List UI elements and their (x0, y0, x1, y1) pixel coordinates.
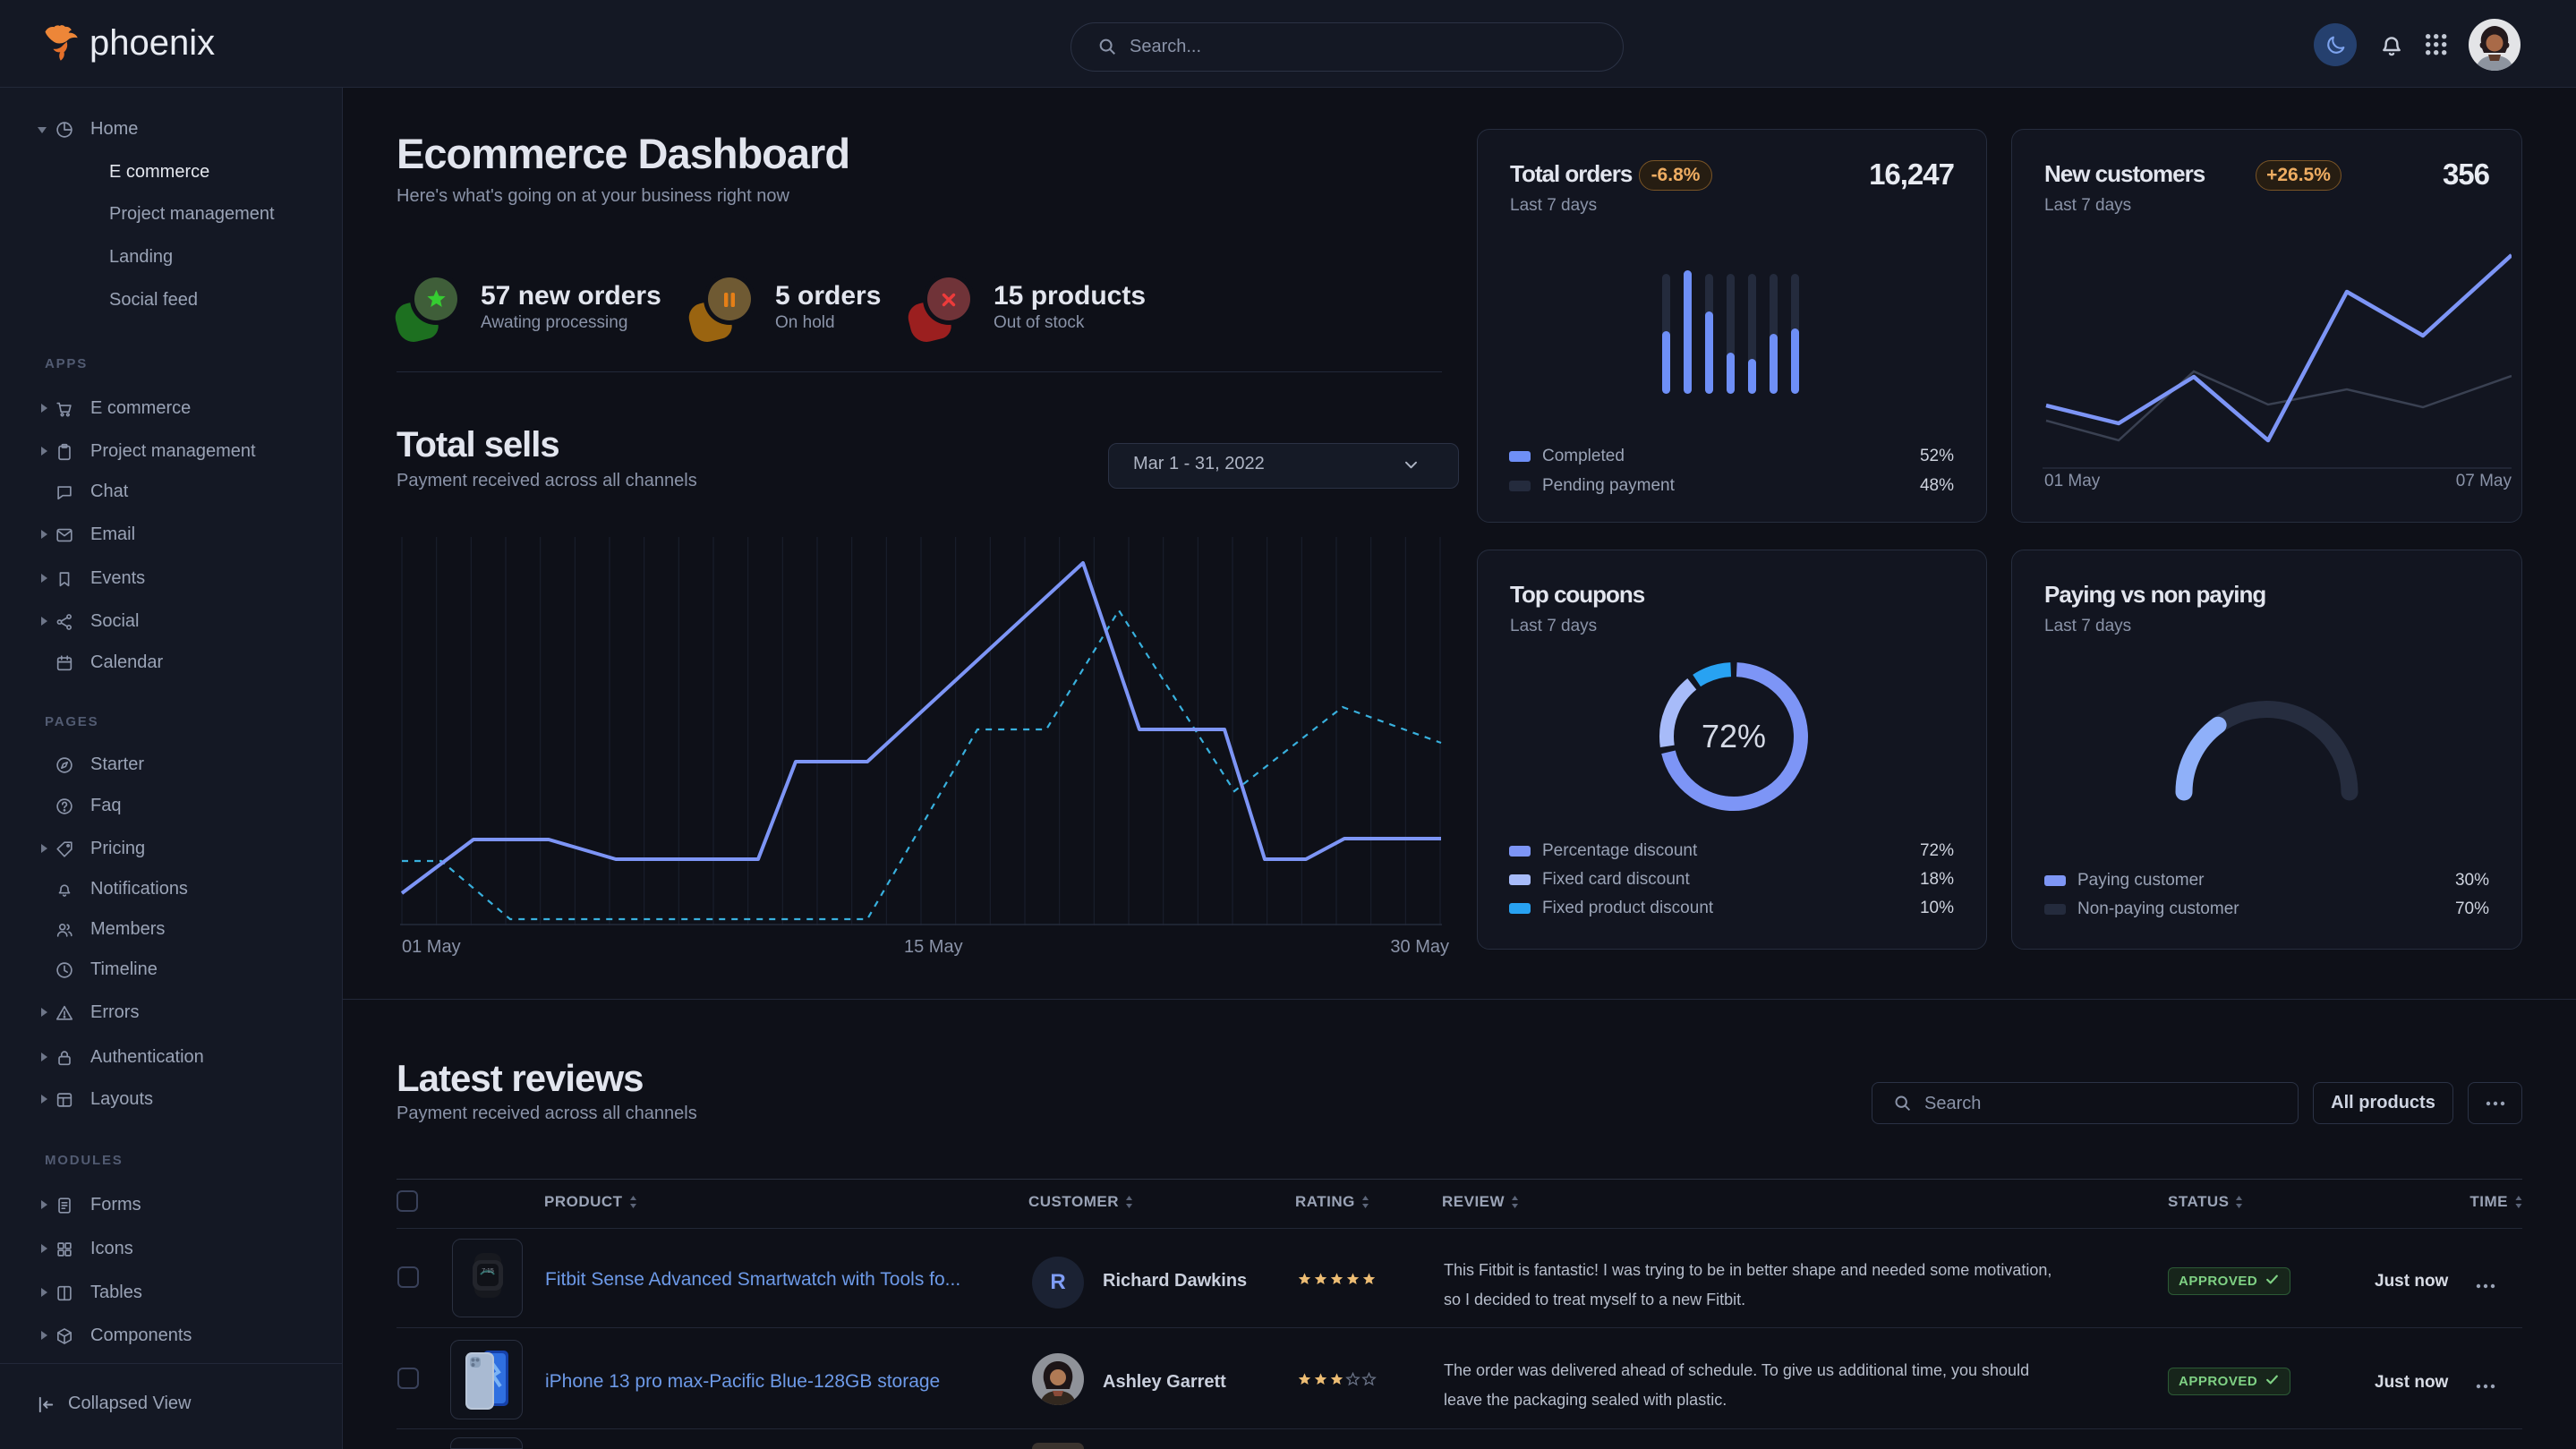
svg-text:7:15: 7:15 (482, 1268, 494, 1274)
